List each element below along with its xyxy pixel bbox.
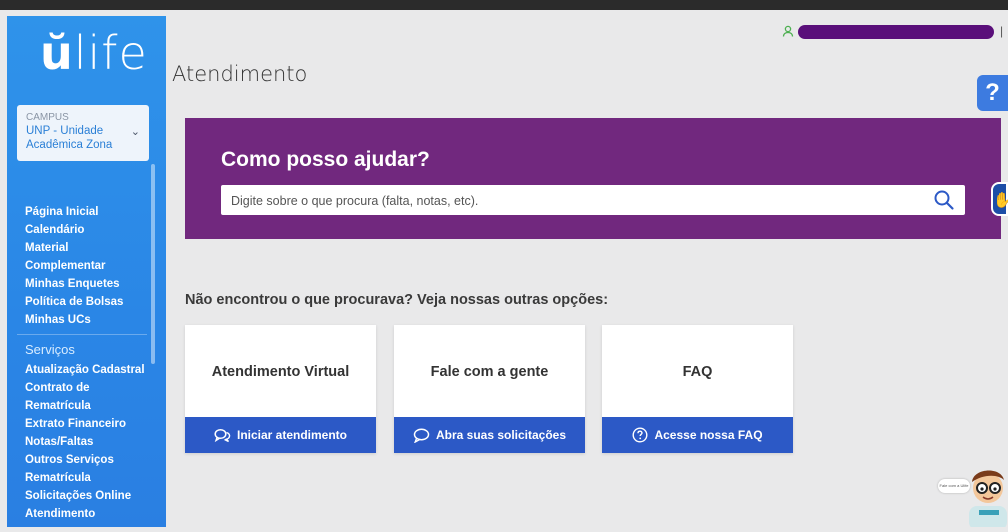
campus-value: UNP - Unidade Acadêmica Zona <box>26 125 113 151</box>
sidebar-section-servicos: Serviços <box>25 342 75 357</box>
help-banner: Como posso ajudar? <box>185 118 1001 239</box>
sidebar-services-menu: Atualização Cadastral Contrato de Rematr… <box>25 361 155 523</box>
help-button[interactable]: ? <box>977 75 1008 111</box>
chat-bubbles-icon <box>214 428 231 442</box>
sidebar-divider <box>17 334 147 335</box>
top-bar <box>0 0 1008 10</box>
other-options-heading: Não encontrou o que procurava? Veja noss… <box>185 292 609 308</box>
page-title: Atendimento <box>172 62 308 86</box>
sidebar-item-atualizacao-cadastral[interactable]: Atualização Cadastral <box>25 361 155 379</box>
start-chat-label: Iniciar atendimento <box>236 428 348 442</box>
sidebar-item-politica-de-bolsas[interactable]: Política de Bolsas <box>25 293 155 311</box>
sidebar-item-minhas-enquetes[interactable]: Minhas Enquetes <box>25 275 155 293</box>
chevron-down-icon: ⌄ <box>130 126 140 138</box>
search-input[interactable] <box>229 185 923 217</box>
sidebar-item-extrato-financeiro[interactable]: Extrato Financeiro <box>25 415 155 433</box>
ulife-logo[interactable]: ŭlife <box>40 26 148 80</box>
sidebar-item-atendimento[interactable]: Atendimento <box>25 505 155 523</box>
sidebar-item-contrato-de[interactable]: Contrato de <box>25 379 155 397</box>
faq-button[interactable]: Acesse nossa FAQ <box>602 417 793 453</box>
sidebar-item-rematricula-contrato[interactable]: Rematrícula <box>25 397 155 415</box>
campus-selector[interactable]: CAMPUS UNP - Unidade Acadêmica Zona ⌄ <box>17 105 149 161</box>
card-fale-com-a-gente: Fale com a gente Abra suas solicitações <box>394 325 585 453</box>
search-box <box>221 185 965 217</box>
open-requests-label: Abra suas solicitações <box>435 428 567 442</box>
help-banner-title: Como posso ajudar? <box>221 148 430 171</box>
speech-bubble-icon <box>413 428 430 443</box>
sidebar-menu: Página Inicial Calendário Material Compl… <box>25 203 155 329</box>
card-title: FAQ <box>682 364 713 380</box>
sidebar-item-material[interactable]: Material <box>25 239 155 257</box>
user-name-redacted[interactable] <box>798 25 994 39</box>
sidebar-item-complementar[interactable]: Complementar <box>25 257 155 275</box>
sidebar-item-notas-faltas[interactable]: Notas/Faltas <box>25 433 155 451</box>
card-atendimento-virtual: Atendimento Virtual Iniciar atendimento <box>185 325 376 453</box>
card-faq: FAQ Acesse nossa FAQ <box>602 325 793 453</box>
sidebar-item-minhas-ucs[interactable]: Minhas UCs <box>25 311 155 329</box>
open-requests-button[interactable]: Abra suas solicitações <box>394 417 585 453</box>
user-icon[interactable] <box>782 25 794 37</box>
accessibility-hand-icon[interactable]: ✋ <box>991 182 1008 216</box>
start-chat-button[interactable]: Iniciar atendimento <box>185 417 376 453</box>
question-circle-icon <box>632 427 648 443</box>
sidebar-item-solicitacoes-online[interactable]: Solicitações Online <box>25 487 155 505</box>
campus-label: CAMPUS <box>26 112 69 123</box>
sidebar: ŭlife CAMPUS UNP - Unidade Acadêmica Zon… <box>7 16 166 527</box>
sidebar-item-pagina-inicial[interactable]: Página Inicial <box>25 203 155 221</box>
header-separator: | <box>1000 24 1004 38</box>
faq-label: Acesse nossa FAQ <box>654 428 763 442</box>
search-icon[interactable] <box>933 189 955 211</box>
card-title: Atendimento Virtual <box>211 364 350 380</box>
sidebar-item-rematricula[interactable]: Rematrícula <box>25 469 155 487</box>
sidebar-item-calendario[interactable]: Calendário <box>25 221 155 239</box>
chat-mascot[interactable] <box>935 460 1008 530</box>
card-title: Fale com a gente <box>430 364 549 380</box>
sidebar-item-outros-servicos[interactable]: Outros Serviços <box>25 451 155 469</box>
